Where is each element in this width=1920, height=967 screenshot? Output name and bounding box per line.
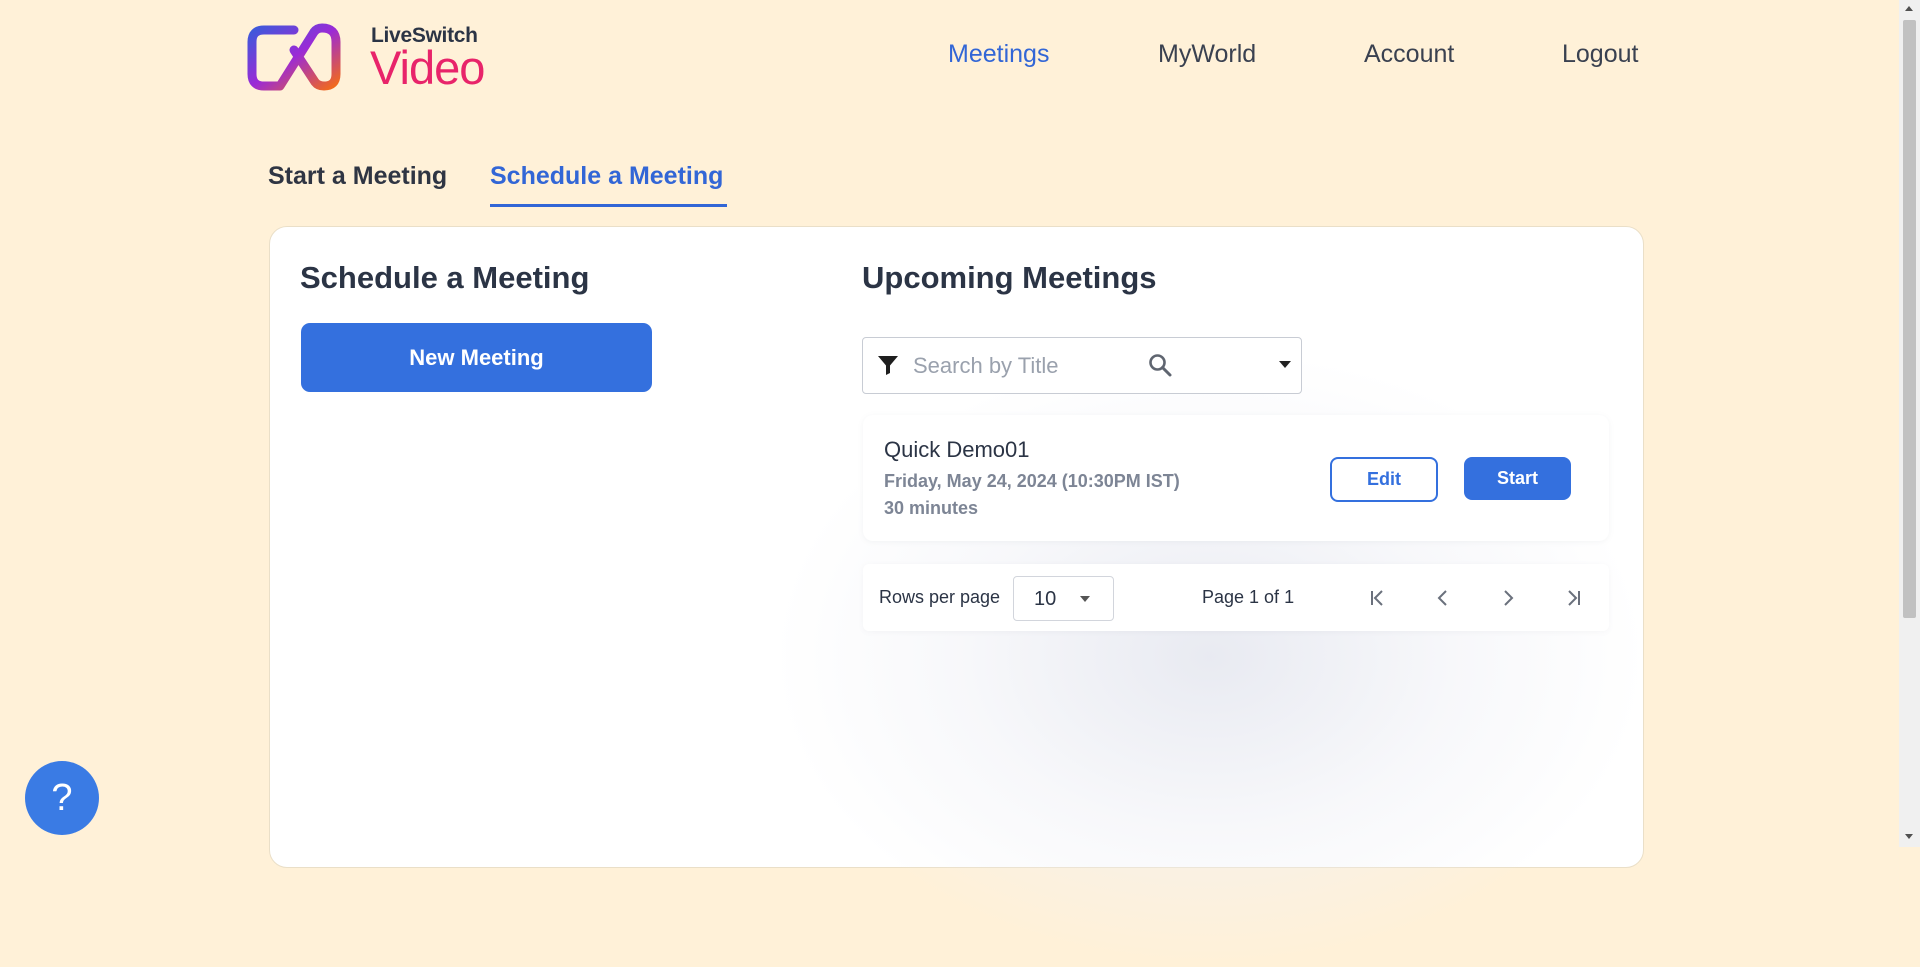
new-meeting-button[interactable]: New Meeting — [301, 323, 652, 392]
rows-per-page-select[interactable]: 10 — [1013, 576, 1114, 621]
page-info: Page 1 of 1 — [1202, 587, 1295, 607]
nav-item-account[interactable]: Account — [1364, 40, 1454, 69]
nav-item-meetings[interactable]: Meetings — [948, 40, 1049, 69]
scrollbar[interactable] — [1899, 0, 1920, 847]
next-page-icon[interactable] — [1494, 584, 1522, 612]
chevron-down-icon — [1080, 596, 1090, 602]
search-input[interactable]: Search by Title — [913, 353, 1059, 379]
scrollbar-thumb[interactable] — [1903, 20, 1916, 618]
start-button[interactable]: Start — [1464, 457, 1571, 500]
search-icon[interactable] — [1147, 352, 1173, 378]
scroll-down-icon[interactable] — [1905, 834, 1913, 839]
meeting-duration: 30 minutes — [884, 498, 979, 518]
logo-icon — [247, 23, 341, 91]
meeting-title: Quick Demo01 — [884, 437, 1030, 462]
prev-page-icon[interactable] — [1429, 584, 1457, 612]
scroll-up-icon[interactable] — [1905, 6, 1913, 11]
tab-start-meeting[interactable]: Start a Meeting — [268, 162, 447, 191]
search-field[interactable]: Search by Title — [862, 337, 1302, 394]
nav-item-myworld[interactable]: MyWorld — [1158, 40, 1256, 69]
schedule-heading: Schedule a Meeting — [300, 260, 590, 295]
rows-per-page-label: Rows per page — [879, 587, 1001, 607]
list-item: Quick Demo01 Friday, May 24, 2024 (10:30… — [863, 415, 1609, 541]
tab-schedule-meeting[interactable]: Schedule a Meeting — [490, 162, 723, 191]
tab-active-indicator — [490, 204, 727, 207]
last-page-icon[interactable] — [1559, 584, 1587, 612]
pagination: Rows per page 10 Page 1 of 1 — [863, 564, 1609, 631]
meeting-date: Friday, May 24, 2024 (10:30PM IST) — [884, 471, 1180, 491]
filter-icon[interactable] — [876, 353, 900, 377]
upcoming-heading: Upcoming Meetings — [862, 260, 1157, 295]
nav-item-logout[interactable]: Logout — [1562, 40, 1638, 69]
help-button[interactable]: ? — [25, 761, 99, 835]
edit-button[interactable]: Edit — [1330, 457, 1438, 502]
chevron-down-icon[interactable] — [1279, 361, 1291, 368]
rows-per-page-value: 10 — [1034, 588, 1057, 610]
brand-name-main: Video — [370, 41, 485, 94]
brand-logo[interactable]: LiveSwitch Video — [246, 22, 506, 94]
first-page-icon[interactable] — [1364, 584, 1392, 612]
help-icon: ? — [51, 776, 73, 819]
